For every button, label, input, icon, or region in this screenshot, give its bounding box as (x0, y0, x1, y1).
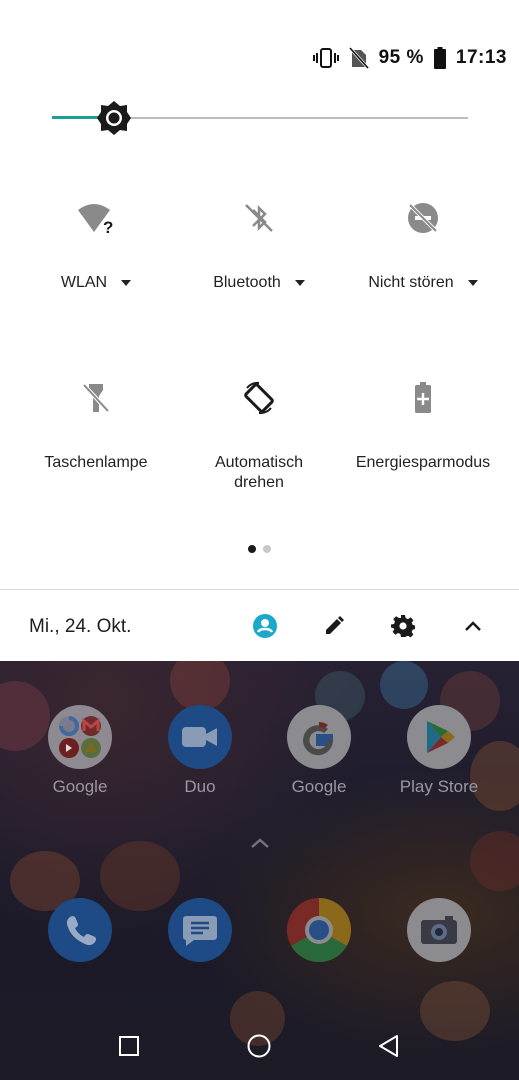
triangle-back-icon (379, 1035, 398, 1057)
app-label: Play Store (399, 777, 479, 796)
battery-icon (433, 47, 446, 69)
duo-icon (168, 705, 232, 769)
circle-icon (247, 1034, 271, 1058)
dropdown-arrow-icon[interactable] (294, 280, 305, 286)
battery-saver-icon (337, 380, 509, 416)
app-drawer-icon[interactable] (250, 836, 270, 854)
dropdown-arrow-icon[interactable] (121, 280, 132, 286)
vibrate-icon (312, 47, 339, 69)
recents-button[interactable] (109, 1026, 149, 1066)
brightness-thumb[interactable] (96, 100, 132, 136)
page-indicator (248, 545, 271, 553)
user-icon[interactable] (251, 612, 279, 640)
app-label: Google (291, 777, 347, 796)
no-sim-icon (348, 47, 369, 69)
tile-bluetooth[interactable]: Bluetooth (173, 200, 345, 300)
chrome-icon (287, 898, 351, 962)
tile-flashlight[interactable]: Taschenlampe (10, 380, 182, 500)
svg-text:?: ? (103, 218, 113, 236)
app-label: Google (52, 777, 108, 796)
tile-label-flashlight: Taschenlampe (44, 454, 148, 471)
clock: 17:13 (455, 47, 507, 68)
app-google[interactable]: Google (259, 705, 379, 797)
tile-label-auto-rotate: Automatisch drehen (214, 454, 304, 491)
edit-icon[interactable] (320, 612, 348, 640)
tile-wlan[interactable]: ? WLAN (10, 200, 182, 300)
play-store-icon (407, 705, 471, 769)
brightness-icon (97, 101, 131, 135)
bluetooth-off-icon (173, 200, 345, 236)
dock-camera[interactable] (379, 898, 499, 962)
navigation-bar (0, 1010, 519, 1080)
tile-label-do-not-disturb: Nicht stören (368, 274, 454, 291)
tile-label-battery-saver: Energiesparmodus (355, 454, 491, 471)
home-button[interactable] (239, 1026, 279, 1066)
app-duo[interactable]: Duo (140, 705, 260, 797)
page-dot-2[interactable] (263, 545, 271, 553)
dropdown-arrow-icon[interactable] (467, 280, 478, 286)
tile-label-wlan: WLAN (60, 274, 108, 291)
back-button[interactable] (369, 1026, 409, 1066)
auto-rotate-icon (173, 380, 345, 416)
tile-battery-saver[interactable]: Energiesparmodus (337, 380, 509, 500)
square-icon (119, 1036, 139, 1056)
app-google-folder[interactable]: Google (20, 705, 140, 797)
page-dot-1[interactable] (248, 545, 256, 553)
wallpaper-bokeh (380, 661, 428, 709)
battery-percent: 95 % (378, 47, 424, 68)
messages-icon (168, 898, 232, 962)
do-not-disturb-off-icon (337, 200, 509, 236)
wallpaper-bokeh (470, 831, 519, 891)
wifi-unknown-icon: ? (10, 200, 182, 236)
google-folder-icon (48, 705, 112, 769)
tile-auto-rotate[interactable]: Automatisch drehen (173, 380, 345, 500)
app-label: Duo (184, 777, 216, 796)
brightness-slider[interactable] (52, 100, 468, 136)
dock-messages[interactable] (140, 898, 260, 962)
divider (0, 589, 519, 590)
phone-icon (48, 898, 112, 962)
home-screen: Google Duo Google Play Store (0, 661, 519, 1080)
camera-icon (407, 898, 471, 962)
quick-settings-panel: 95 % 17:13 ? WLAN Bluetooth Nicht stören… (0, 0, 519, 661)
flashlight-off-icon (10, 380, 182, 416)
status-bar: 95 % 17:13 (312, 44, 507, 72)
tile-do-not-disturb[interactable]: Nicht stören (337, 200, 509, 300)
app-play-store[interactable]: Play Store (379, 705, 499, 797)
wallpaper-bokeh (170, 661, 230, 711)
collapse-icon[interactable] (459, 612, 487, 640)
dock-chrome[interactable] (259, 898, 379, 962)
settings-icon[interactable] (389, 612, 417, 640)
dock-phone[interactable] (20, 898, 140, 962)
google-icon (287, 705, 351, 769)
tile-label-bluetooth: Bluetooth (213, 274, 281, 291)
date-label[interactable]: Mi., 24. Okt. (29, 616, 131, 638)
